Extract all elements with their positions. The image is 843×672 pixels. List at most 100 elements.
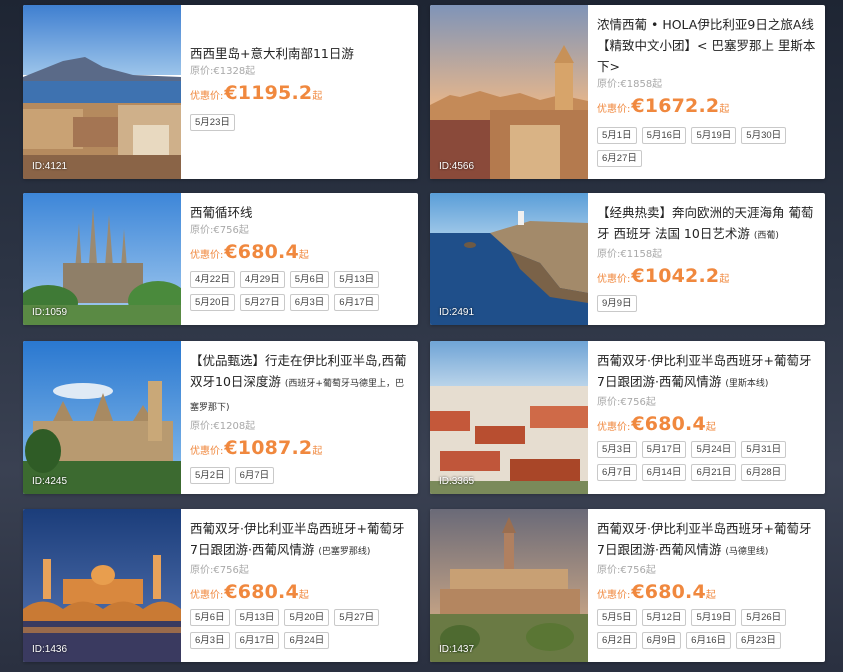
tour-card[interactable]: ID:2491 【经典热卖】奔向欧洲的天涯海角 葡萄牙 西班牙 法国 10日艺术… <box>430 193 825 325</box>
tour-info: 西葡双牙·伊比利亚半岛西班牙+葡萄牙7日跟团游·西葡风情游 (巴塞罗那线) 原价… <box>181 509 418 662</box>
date-chip[interactable]: 5月12日 <box>641 609 687 626</box>
date-chip[interactable]: 6月17日 <box>234 632 280 649</box>
date-chip[interactable]: 6月23日 <box>736 632 781 649</box>
tour-thumbnail[interactable]: ID:1059 <box>23 193 181 325</box>
tour-id-label: ID:1437 <box>439 644 475 655</box>
date-chip[interactable]: 5月13日 <box>234 609 280 626</box>
date-chip[interactable]: 6月14日 <box>641 464 687 481</box>
date-chip[interactable]: 5月1日 <box>597 127 637 144</box>
date-chip[interactable]: 5月13日 <box>334 271 380 288</box>
tour-title[interactable]: 【经典热卖】奔向欧洲的天涯海角 葡萄牙 西班牙 法国 10日艺术游 (西葡) <box>597 202 817 247</box>
date-chip[interactable]: 6月17日 <box>334 294 380 311</box>
date-chip[interactable]: 5月31日 <box>741 441 787 458</box>
tour-thumbnail[interactable]: ID:4566 <box>430 5 588 179</box>
date-chip[interactable]: 6月9日 <box>641 632 682 649</box>
tour-id-label: ID:1436 <box>32 644 68 655</box>
date-chip[interactable]: 5月16日 <box>641 127 687 144</box>
date-chip[interactable]: 6月2日 <box>597 632 637 649</box>
tour-thumbnail[interactable]: ID:1437 <box>430 509 588 662</box>
departure-dates: 5月1日 5月16日 5月19日 5月30日 6月27日 <box>597 127 789 167</box>
tour-card[interactable]: ID:3365 西葡双牙·伊比利亚半岛西班牙+葡萄牙7日跟团游·西葡风情游 (里… <box>430 341 825 494</box>
tour-id-label: ID:1059 <box>32 307 68 318</box>
date-chip[interactable]: 9月9日 <box>597 295 637 312</box>
date-chip[interactable]: 5月20日 <box>284 609 330 626</box>
date-chip[interactable]: 5月30日 <box>741 127 787 144</box>
tour-title[interactable]: 【优品甄选】行走在伊比利亚半岛,西葡双牙10日深度游 (西班牙+葡萄牙马德里上，… <box>190 350 410 419</box>
departure-dates: 4月22日 4月29日 5月6日 5月13日 5月20日 5月27日 6月3日 … <box>190 271 382 311</box>
tour-thumbnail[interactable]: ID:4245 <box>23 341 181 494</box>
original-price: 原价:€1858起 <box>597 79 663 90</box>
tour-card[interactable]: ID:4245 【优品甄选】行走在伊比利亚半岛,西葡双牙10日深度游 (西班牙+… <box>23 341 418 494</box>
date-chip[interactable]: 5月24日 <box>691 441 737 458</box>
date-chip[interactable]: 5月20日 <box>190 294 235 311</box>
tour-title[interactable]: 西葡循环线 <box>190 202 410 223</box>
tour-title[interactable]: 西葡双牙·伊比利亚半岛西班牙+葡萄牙7日跟团游·西葡风情游 (里斯本线) <box>597 350 817 395</box>
original-price: 原价:€756起 <box>190 225 249 236</box>
tour-card[interactable]: ID:1059 西葡循环线 原价:€756起 优惠价: €680.4 起 4月22日… <box>23 193 418 325</box>
departure-dates: 5月23日 <box>190 114 382 131</box>
tour-info: 【经典热卖】奔向欧洲的天涯海角 葡萄牙 西班牙 法国 10日艺术游 (西葡) 原… <box>588 193 825 325</box>
tour-title[interactable]: 西西里岛+意大利南部11日游 <box>190 43 410 64</box>
date-chip[interactable]: 6月21日 <box>691 464 737 481</box>
original-price: 原价:€756起 <box>597 397 656 408</box>
date-chip[interactable]: 5月6日 <box>289 271 330 288</box>
date-chip[interactable]: 6月7日 <box>597 464 637 481</box>
date-chip[interactable]: 5月19日 <box>691 127 737 144</box>
lisbon-rooftops-image <box>430 341 588 494</box>
original-price: 原价:€756起 <box>597 565 656 576</box>
discount-price: 优惠价: €1195.2 起 <box>190 82 323 104</box>
date-chip[interactable]: 5月19日 <box>691 609 737 626</box>
date-chip[interactable]: 6月28日 <box>741 464 787 481</box>
tour-thumbnail[interactable]: ID:3365 <box>430 341 588 494</box>
tour-card[interactable]: ID:4566 浓情西葡 • HOLA伊比利亚9日之旅A线【精致中文小团】< 巴… <box>430 5 825 179</box>
date-chip[interactable]: 5月23日 <box>190 114 235 131</box>
discount-price: 优惠价: €1042.2 起 <box>597 265 730 287</box>
date-chip[interactable]: 6月3日 <box>190 632 230 649</box>
date-chip[interactable]: 6月3日 <box>289 294 330 311</box>
date-chip[interactable]: 5月17日 <box>641 441 687 458</box>
tour-card[interactable]: ID:1436 西葡双牙·伊比利亚半岛西班牙+葡萄牙7日跟团游·西葡风情游 (巴… <box>23 509 418 662</box>
date-chip[interactable]: 6月7日 <box>234 467 275 484</box>
discount-price: 优惠价: €680.4 起 <box>597 581 716 603</box>
tour-title[interactable]: 西葡双牙·伊比利亚半岛西班牙+葡萄牙7日跟团游·西葡风情游 (巴塞罗那线) <box>190 518 410 563</box>
seville-skyline-image <box>430 5 588 179</box>
tour-thumbnail[interactable]: ID:2491 <box>430 193 588 325</box>
tour-card[interactable]: ID:1437 西葡双牙·伊比利亚半岛西班牙+葡萄牙7日跟团游·西葡风情游 (马… <box>430 509 825 662</box>
date-chip[interactable]: 5月3日 <box>597 441 637 458</box>
tour-title[interactable]: 西葡双牙·伊比利亚半岛西班牙+葡萄牙7日跟团游·西葡风情游 (马德里线) <box>597 518 817 563</box>
date-chip[interactable]: 6月27日 <box>597 150 642 167</box>
date-chip[interactable]: 5月26日 <box>741 609 787 626</box>
date-chip[interactable]: 5月2日 <box>190 467 230 484</box>
zaragoza-night-image <box>23 509 181 662</box>
date-chip[interactable]: 5月27日 <box>334 609 380 626</box>
discount-price: 优惠价: €1672.2 起 <box>597 95 730 117</box>
tour-info: 西葡双牙·伊比利亚半岛西班牙+葡萄牙7日跟团游·西葡风情游 (里斯本线) 原价:… <box>588 341 825 494</box>
date-chip[interactable]: 5月6日 <box>190 609 230 626</box>
tour-info: 浓情西葡 • HOLA伊比利亚9日之旅A线【精致中文小团】< 巴塞罗那上 里斯本… <box>588 5 825 179</box>
tour-info: 西西里岛+意大利南部11日游 原价:€1328起 优惠价: €1195.2 起 5月… <box>181 5 418 179</box>
date-chip[interactable]: 6月16日 <box>686 632 732 649</box>
date-chip[interactable]: 4月22日 <box>190 271 235 288</box>
tour-id-label: ID:4121 <box>32 161 68 172</box>
tour-title[interactable]: 浓情西葡 • HOLA伊比利亚9日之旅A线【精致中文小团】< 巴塞罗那上 里斯本… <box>597 14 817 77</box>
tour-id-label: ID:3365 <box>439 476 475 487</box>
date-chip[interactable]: 6月24日 <box>284 632 330 649</box>
tour-id-label: ID:4566 <box>439 161 475 172</box>
tour-thumbnail[interactable]: ID:4121 <box>23 5 181 179</box>
discount-price: 优惠价: €1087.2 起 <box>190 437 323 459</box>
sagrada-familia-image <box>23 193 181 325</box>
naples-bay-image <box>23 5 181 179</box>
seville-cathedral-image <box>23 341 181 494</box>
tour-info: 西葡双牙·伊比利亚半岛西班牙+葡萄牙7日跟团游·西葡风情游 (马德里线) 原价:… <box>588 509 825 662</box>
date-chip[interactable]: 5月27日 <box>239 294 285 311</box>
date-chip[interactable]: 4月29日 <box>239 271 285 288</box>
departure-dates: 5月3日 5月17日 5月24日 5月31日 6月7日 6月14日 6月21日 … <box>597 441 789 481</box>
tour-id-label: ID:4245 <box>32 476 68 487</box>
tour-card[interactable]: ID:4121 西西里岛+意大利南部11日游 原价:€1328起 优惠价: €11… <box>23 5 418 179</box>
tour-info: 【优品甄选】行走在伊比利亚半岛,西葡双牙10日深度游 (西班牙+葡萄牙马德里上，… <box>181 341 418 494</box>
discount-price: 优惠价: €680.4 起 <box>190 581 309 603</box>
date-chip[interactable]: 5月5日 <box>597 609 637 626</box>
original-price: 原价:€756起 <box>190 565 249 576</box>
tour-thumbnail[interactable]: ID:1436 <box>23 509 181 662</box>
cape-cliff-image <box>430 193 588 325</box>
